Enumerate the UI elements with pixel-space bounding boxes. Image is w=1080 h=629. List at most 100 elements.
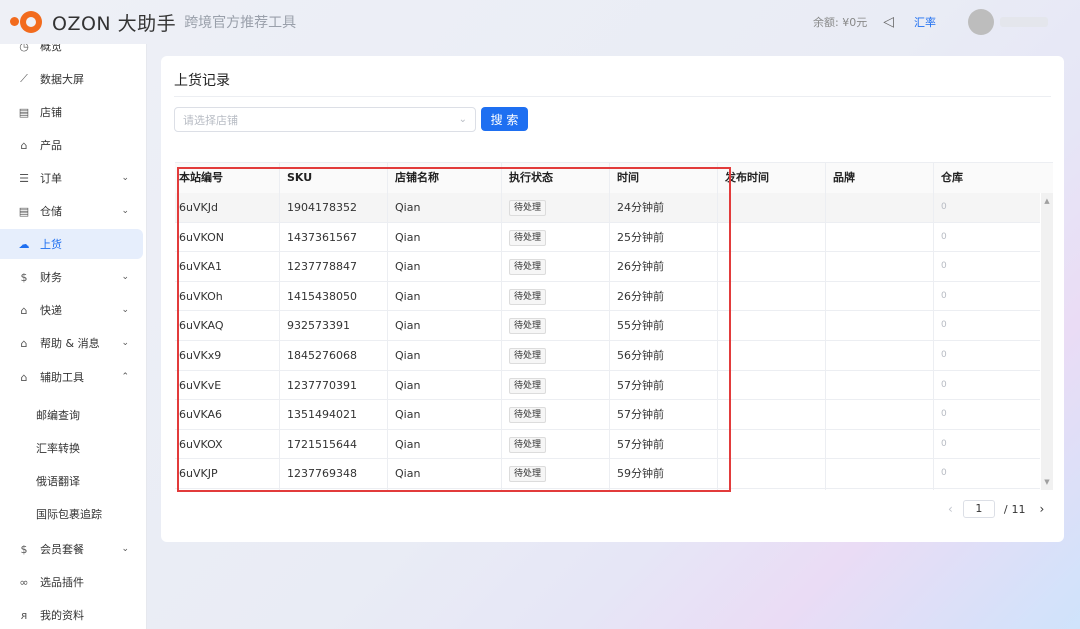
cell-warehouse: 0 — [941, 320, 947, 331]
column-header-warehouse[interactable]: 仓库 — [937, 163, 963, 193]
sidebar-item-label: 数据大屏 — [40, 73, 84, 86]
sidebar-item-stores[interactable]: ▤ 店铺 — [0, 97, 143, 127]
page-total: 11 — [1011, 502, 1026, 516]
table-row[interactable]: 6uVKJP 1237769348 Qian 待处理 59分钟前 0 — [175, 459, 1040, 489]
list-icon: ☰ — [19, 171, 29, 185]
cell-shop: Qian — [395, 437, 421, 451]
user-icon: ᴙ — [20, 608, 28, 622]
cell-status: 待处理 — [505, 282, 547, 312]
sidebar-subitem-postcode[interactable]: 邮编查询 — [36, 407, 80, 423]
dollar-icon: $ — [20, 542, 28, 556]
table-row[interactable]: 6uVKAQ 932573391 Qian 待处理 55分钟前 0 — [175, 311, 1040, 341]
table-row[interactable]: 6uVKx9 1845276068 Qian 待处理 56分钟前 0 — [175, 341, 1040, 371]
search-button[interactable]: 搜 索 — [481, 107, 528, 131]
sidebar-item-orders[interactable]: ☰ 订单 ⌄ — [0, 163, 143, 193]
exchange-rate-link[interactable]: 汇率 — [914, 14, 936, 30]
chevron-down-icon: ⌄ — [121, 173, 129, 183]
cell-id: 6uVKON — [179, 230, 224, 244]
page-number-input[interactable]: 1 — [962, 500, 995, 518]
table-row[interactable]: 6uVKJd 1904178352 Qian 待处理 24分钟前 0 — [175, 193, 1040, 223]
table-scrollbar[interactable]: ▲ ▼ — [1041, 193, 1053, 490]
balance-text: 余额: ¥0元 — [813, 16, 868, 29]
status-badge: 待处理 — [509, 229, 547, 246]
warehouse-icon: ▤ — [18, 204, 30, 218]
avatar[interactable] — [968, 9, 994, 35]
column-header-brand[interactable]: 品牌 — [829, 163, 855, 193]
column-header-time[interactable]: 时间 — [613, 163, 639, 193]
sidebar-subitem-exchange[interactable]: 汇率转换 — [36, 440, 80, 456]
sidebar-item-finance[interactable]: $ 财务 ⌄ — [0, 262, 143, 292]
cell-shop: Qian — [395, 467, 421, 481]
shop-select[interactable]: 请选择店铺 ⌄ — [174, 107, 476, 132]
column-header-id[interactable]: 本站编号 — [175, 163, 223, 193]
cell-time: 25分钟前 — [617, 230, 664, 244]
status-badge: 待处理 — [509, 288, 547, 305]
column-header-shop[interactable]: 店铺名称 — [391, 163, 439, 193]
cell-id: 6uVKOX — [179, 437, 223, 451]
chevron-down-icon: ⌄ — [121, 305, 129, 315]
cell-sku: 1237778847 — [287, 260, 357, 274]
sidebar-subitem-tracking[interactable]: 国际包裹追踪 — [36, 506, 102, 522]
cell-shop: Qian — [395, 349, 421, 362]
logo[interactable]: OZON 大助手 跨境官方推荐工具 — [10, 9, 296, 36]
column-header-status[interactable]: 执行状态 — [505, 163, 553, 193]
scroll-down-icon[interactable]: ▼ — [1041, 476, 1053, 488]
cell-time: 57分钟前 — [617, 437, 664, 451]
sidebar-item-upload[interactable]: ☁ 上货 — [0, 229, 143, 259]
cell-warehouse: 0 — [941, 379, 947, 390]
prev-page-icon[interactable]: ‹ — [948, 502, 953, 516]
column-header-sku[interactable]: SKU — [283, 163, 312, 193]
sidebar-item-label: 财务 — [40, 271, 62, 284]
megaphone-icon[interactable]: ◁ — [883, 14, 894, 30]
chevron-down-icon: ⌄ — [121, 206, 129, 216]
table-row[interactable]: 6uVKON 1437361567 Qian 待处理 25分钟前 0 — [175, 223, 1040, 253]
chevron-up-icon: ⌃ — [121, 372, 129, 382]
column-divider — [501, 163, 502, 490]
sidebar-item-profile[interactable]: ᴙ 我的资料 — [0, 600, 143, 629]
column-divider — [933, 163, 934, 490]
cell-id: 6uVKOh — [179, 289, 223, 303]
top-bar: OZON 大助手 跨境官方推荐工具 余额: ¥0元 ◁ 汇率 — [0, 0, 1080, 44]
table-header: 本站编号 SKU 店铺名称 执行状态 时间 发布时间 品牌 仓库 — [175, 163, 1053, 193]
chevron-down-icon: ⌄ — [121, 544, 129, 554]
sidebar-subitem-translate[interactable]: 俄语翻译 — [36, 473, 80, 489]
sidebar-item-tools[interactable]: ⌂ 辅助工具 ⌃ — [0, 362, 143, 392]
table-row[interactable]: 6uVKA6 1351494021 Qian 待处理 57分钟前 0 — [175, 400, 1040, 430]
status-badge: 待处理 — [509, 318, 547, 335]
cell-status: 待处理 — [505, 252, 547, 282]
chevron-down-icon: ⌄ — [121, 338, 129, 348]
sidebar-item-help[interactable]: ⌂ 帮助 & 消息 ⌄ — [0, 328, 143, 358]
pagination: ‹ 1 / 11 › — [948, 500, 1044, 518]
table-row[interactable]: 6uVKOh 1415438050 Qian 待处理 26分钟前 0 — [175, 282, 1040, 312]
column-header-publish-time[interactable]: 发布时间 — [721, 163, 769, 193]
sidebar-item-plugin[interactable]: ∞ 选品插件 — [0, 567, 143, 597]
sidebar-item-warehouse[interactable]: ▤ 仓储 ⌄ — [0, 196, 143, 226]
cell-warehouse: 0 — [941, 231, 947, 242]
scroll-up-icon[interactable]: ▲ — [1041, 195, 1053, 207]
bag-icon: ⌂ — [20, 138, 28, 152]
status-badge: 待处理 — [509, 466, 547, 483]
username-redacted[interactable] — [1000, 17, 1048, 27]
sidebar-item-products[interactable]: ⌂ 产品 — [0, 130, 143, 160]
sidebar-item-overview[interactable]: ◷ 概览 — [0, 44, 143, 61]
cloud-upload-icon: ☁ — [18, 237, 30, 251]
table-row[interactable]: 6uVKvE 1237770391 Qian 待处理 57分钟前 0 — [175, 371, 1040, 401]
next-page-icon[interactable]: › — [1040, 502, 1045, 516]
sidebar-item-label: 我的资料 — [40, 609, 84, 622]
table-row[interactable]: 6uVKA1 1237778847 Qian 待处理 26分钟前 0 — [175, 252, 1040, 282]
cell-warehouse: 0 — [941, 261, 947, 272]
cell-status: 待处理 — [505, 430, 547, 460]
status-badge: 待处理 — [509, 407, 547, 424]
column-divider — [825, 163, 826, 490]
sidebar-item-label: 辅助工具 — [40, 371, 84, 384]
sidebar-item-dashboard[interactable]: ⟋ 数据大屏 — [0, 64, 143, 94]
sidebar-item-membership[interactable]: $ 会员套餐 ⌄ — [0, 534, 143, 564]
status-badge: 待处理 — [509, 200, 547, 216]
clock-icon: ◷ — [19, 44, 29, 53]
cell-shop: Qian — [395, 319, 421, 333]
status-badge: 待处理 — [509, 348, 547, 364]
cell-id: 6uVKJd — [179, 201, 218, 214]
status-badge: 待处理 — [509, 259, 547, 276]
table-row[interactable]: 6uVKOX 1721515644 Qian 待处理 57分钟前 0 — [175, 430, 1040, 460]
sidebar-item-express[interactable]: ⌂ 快递 ⌄ — [0, 295, 143, 325]
